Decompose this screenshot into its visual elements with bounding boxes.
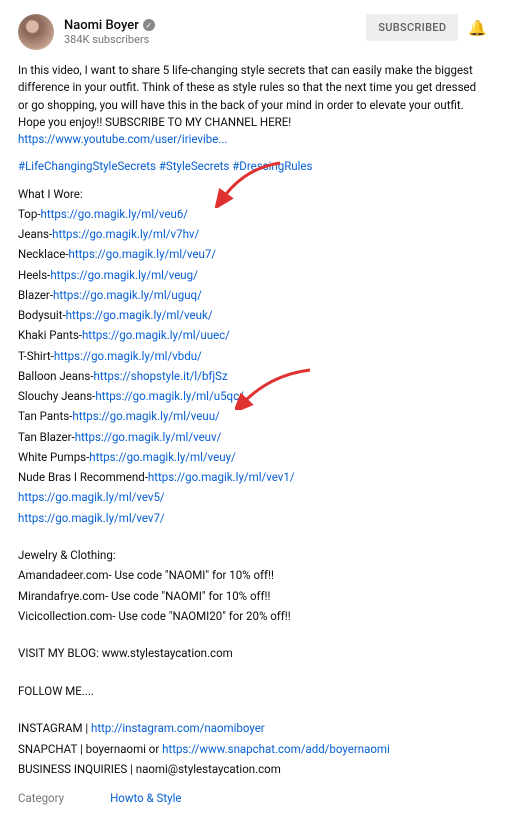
video-description: In this video, I want to share 5 life-ch… — [18, 62, 487, 807]
subscriber-count: 384K subscribers — [64, 33, 155, 46]
wore-item: Nude Bras I Recommend-https://go.magik.l… — [18, 469, 487, 486]
category-label: Category — [18, 790, 64, 807]
jewelry-title: Jewelry & Clothing: — [18, 547, 487, 564]
affiliate-link[interactable]: https://go.magik.ly/ml/veu6/ — [41, 207, 189, 221]
wore-item: Tan Pants-https://go.magik.ly/ml/veuu/ — [18, 408, 487, 425]
affiliate-link[interactable]: https://go.magik.ly/ml/veu7/ — [69, 247, 217, 261]
wore-item: T-Shirt-https://go.magik.ly/ml/vbdu/ — [18, 348, 487, 365]
affiliate-link[interactable]: https://go.magik.ly/ml/vev1/ — [148, 470, 295, 484]
instagram-link[interactable]: http://instagram.com/naomiboyer — [91, 721, 265, 735]
category-link[interactable]: Howto & Style — [110, 790, 181, 807]
wore-item: https://go.magik.ly/ml/vev7/ — [18, 510, 487, 527]
affiliate-link[interactable]: https://go.magik.ly/ml/veug/ — [50, 268, 198, 282]
business-line: BUSINESS INQUIRIES | naomi@stylestaycati… — [18, 761, 487, 778]
wore-item: https://go.magik.ly/ml/vev5/ — [18, 489, 487, 506]
affiliate-link[interactable]: https://shopstyle.it/l/bfjSz — [94, 369, 228, 383]
affiliate-link[interactable]: https://go.magik.ly/ml/veuu/ — [72, 409, 219, 423]
wore-item: Tan Blazer-https://go.magik.ly/ml/veuv/ — [18, 429, 487, 446]
snapchat-link[interactable]: https://www.snapchat.com/add/boyernaomi — [162, 742, 390, 756]
bell-icon[interactable]: 🔔 — [468, 19, 487, 37]
channel-name[interactable]: Naomi Boyer — [64, 18, 139, 34]
wore-item: Bodysuit-https://go.magik.ly/ml/veuk/ — [18, 307, 487, 324]
wore-item: Top-https://go.magik.ly/ml/veu6/ — [18, 206, 487, 223]
affiliate-link[interactable]: https://go.magik.ly/ml/v7hv/ — [52, 227, 199, 241]
wore-item: Necklace-https://go.magik.ly/ml/veu7/ — [18, 246, 487, 263]
affiliate-link[interactable]: https://go.magik.ly/ml/vev5/ — [18, 490, 165, 504]
affiliate-link[interactable]: https://go.magik.ly/ml/vbdu/ — [54, 349, 202, 363]
wore-item: Balloon Jeans-https://shopstyle.it/l/bfj… — [18, 368, 487, 385]
verified-icon: ✓ — [143, 19, 155, 31]
instagram-line: INSTAGRAM | http://instagram.com/naomibo… — [18, 720, 487, 737]
affiliate-link[interactable]: https://go.magik.ly/ml/uuec/ — [82, 328, 230, 342]
what-i-wore-title: What I Wore: — [18, 186, 487, 203]
jewelry-list: Amandadeer.com- Use code "NAOMI" for 10%… — [18, 567, 487, 625]
wore-item: Slouchy Jeans-https://go.magik.ly/ml/u5q… — [18, 388, 487, 405]
affiliate-link[interactable]: https://go.magik.ly/ml/uguq/ — [53, 288, 202, 302]
affiliate-link[interactable]: https://go.magik.ly/ml/veuv/ — [75, 430, 222, 444]
follow-line: FOLLOW ME.... — [18, 683, 487, 700]
wore-item: Jeans-https://go.magik.ly/ml/v7hv/ — [18, 226, 487, 243]
subscribe-link[interactable]: https://www.youtube.com/user/irievibe... — [18, 132, 227, 146]
wore-item: Blazer-https://go.magik.ly/ml/uguq/ — [18, 287, 487, 304]
promo-line: Vicicollection.com- Use code "NAOMI20" f… — [18, 608, 487, 625]
snapchat-line: SNAPCHAT | boyernaomi or https://www.sna… — [18, 741, 487, 758]
channel-header: Naomi Boyer ✓ 384K subscribers SUBSCRIBE… — [18, 14, 487, 50]
promo-line: Mirandafrye.com- Use code "NAOMI" for 10… — [18, 588, 487, 605]
affiliate-link[interactable]: https://go.magik.ly/ml/u5qc/ — [95, 389, 243, 403]
description-panel: Naomi Boyer ✓ 384K subscribers SUBSCRIBE… — [0, 0, 505, 821]
wore-item: Heels-https://go.magik.ly/ml/veug/ — [18, 267, 487, 284]
affiliate-link[interactable]: https://go.magik.ly/ml/veuy/ — [89, 450, 236, 464]
hashtags[interactable]: #LifeChangingStyleSecrets #StyleSecrets … — [18, 159, 312, 173]
wore-item: White Pumps-https://go.magik.ly/ml/veuy/ — [18, 449, 487, 466]
subscribe-button[interactable]: SUBSCRIBED — [366, 14, 458, 41]
promo-line: Amandadeer.com- Use code "NAOMI" for 10%… — [18, 567, 487, 584]
intro-text: In this video, I want to share 5 life-ch… — [18, 63, 476, 129]
what-i-wore-list: Top-https://go.magik.ly/ml/veu6/Jeans-ht… — [18, 206, 487, 527]
affiliate-link[interactable]: https://go.magik.ly/ml/vev7/ — [18, 511, 165, 525]
avatar[interactable] — [18, 14, 54, 50]
wore-item: Khaki Pants-https://go.magik.ly/ml/uuec/ — [18, 327, 487, 344]
affiliate-link[interactable]: https://go.magik.ly/ml/veuk/ — [66, 308, 213, 322]
channel-info[interactable]: Naomi Boyer ✓ 384K subscribers — [18, 14, 155, 50]
blog-line: VISIT MY BLOG: www.stylestaycation.com — [18, 645, 487, 662]
